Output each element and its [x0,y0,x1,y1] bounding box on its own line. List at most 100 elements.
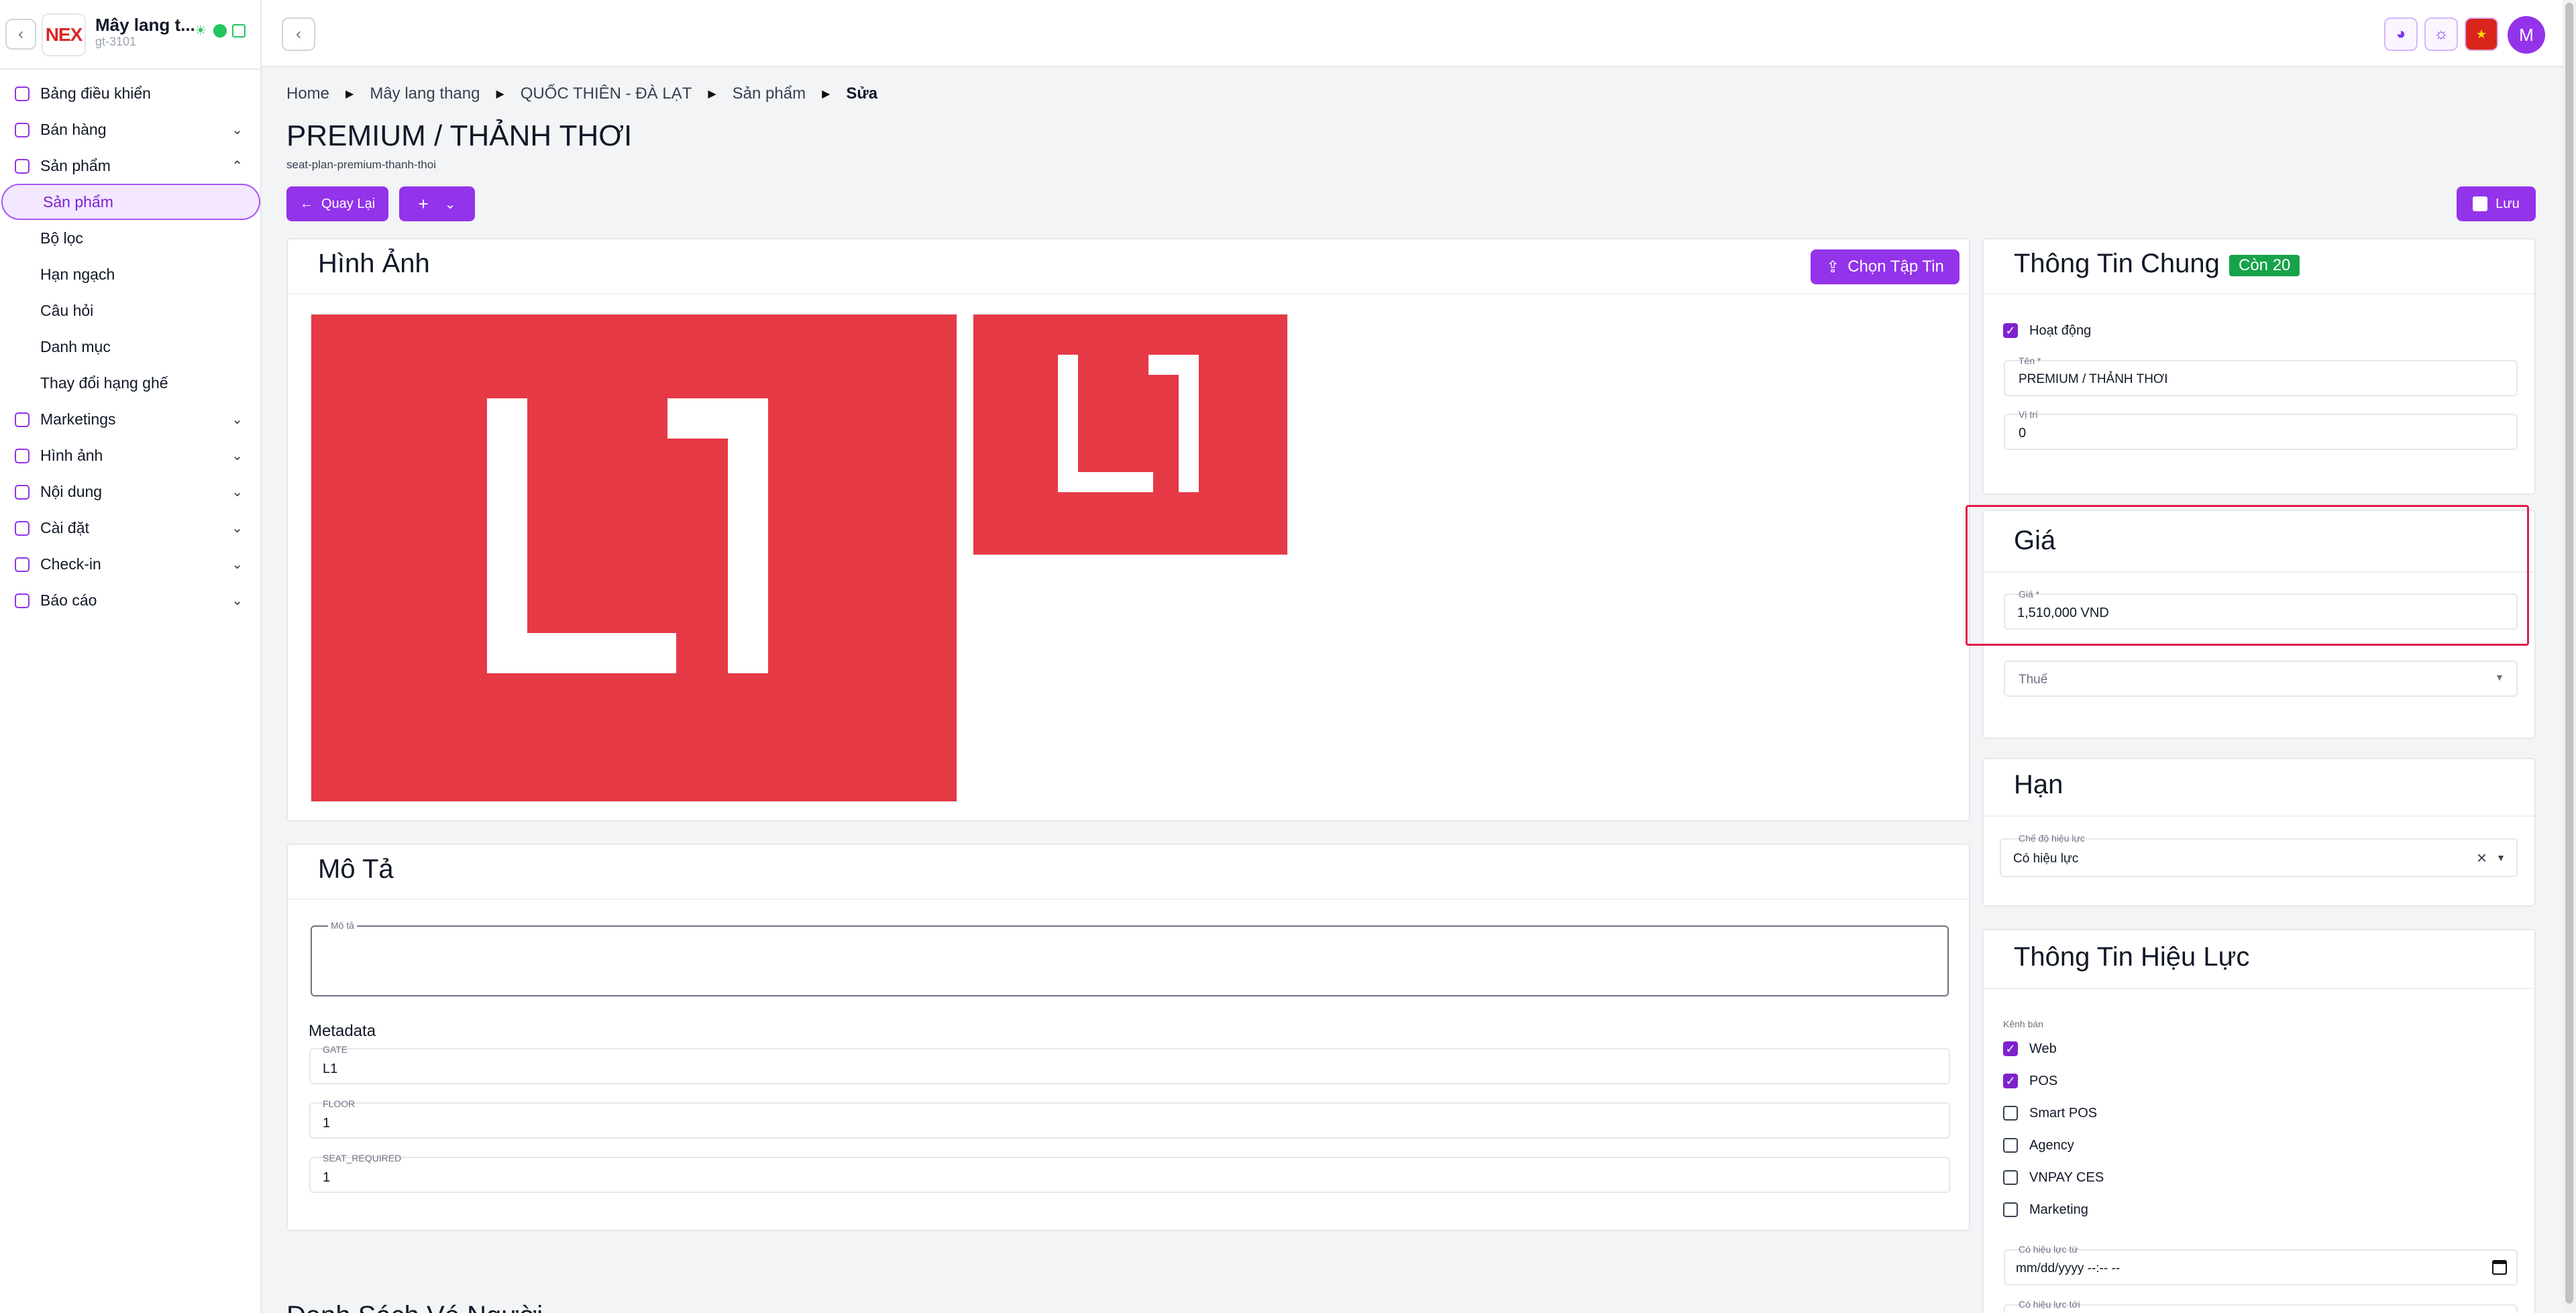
sidebar-item-sales[interactable]: Bán hàng ⌄ [0,111,262,148]
images-card: Hình Ảnh ⇪ Chọn Tập Tin [286,238,1970,821]
channel-vnpay-ces-checkbox[interactable] [2003,1170,2018,1185]
sidebar-item-products[interactable]: Sản phẩm ⌃ [0,148,262,184]
sales-icon [15,123,30,137]
add-dropdown-button[interactable]: + ⌄ [399,186,475,221]
checkin-icon [15,557,30,572]
sidebar-item-dashboard[interactable]: Bảng điều khiển [0,75,262,111]
breadcrumb-current: Sửa [846,84,878,103]
breadcrumb-separator-icon: ▶ [496,89,504,100]
back-button-label: Quay Lại [321,196,376,211]
divider [1984,815,2534,817]
collapse-sidebar-icon[interactable]: ‹ [282,17,315,51]
breadcrumb-separator-icon: ▶ [708,89,716,100]
channel-smart-pos-checkbox[interactable] [2003,1106,2018,1121]
chevron-down-icon: ⌄ [231,485,243,500]
breadcrumb-products[interactable]: Sản phẩm [733,84,806,103]
product-image-small[interactable] [972,313,1289,556]
choose-file-button[interactable]: ⇪ Chọn Tập Tin [1811,249,1960,284]
breadcrumb-org[interactable]: Mây lang thang [370,84,480,103]
sidebar-item-questions[interactable]: Câu hỏi [0,292,262,329]
sidebar-item-seat-class[interactable]: Thay đổi hạng ghế [0,365,262,401]
validity-info-title: Thông Tin Hiệu Lực [2014,942,2250,972]
arrow-left-icon: ← [299,196,313,211]
channel-label: VNPAY CES [2029,1170,2104,1185]
divider [288,293,1969,294]
term-card: Hạn Chế độ hiệu lực Có hiệu lực × ▼ [1982,758,2536,907]
metadata-value: 1 [323,1170,331,1185]
org-name[interactable]: Mây lang t... [95,15,195,36]
calendar-icon[interactable] [2492,1260,2507,1275]
chevron-up-icon: ⌃ [231,159,243,174]
channel-agency-checkbox[interactable] [2003,1138,2018,1153]
l1-logo-graphic [487,398,768,673]
sidebar-nav: Bảng điều khiển Bán hàng ⌄ Sản phẩm ⌃ Sả… [0,75,262,618]
back-icon[interactable]: ‹ [5,19,36,50]
metadata-value: 1 [323,1116,331,1131]
breadcrumb-separator-icon: ▶ [822,89,830,100]
tag-icon [15,412,30,427]
breadcrumb-home[interactable]: Home [286,84,329,103]
sidebar-item-label: Sản phẩm [40,156,111,174]
org-id: gt-3101 [95,35,137,48]
general-info-card: Thông Tin Chung Còn 20 ✓ Hoạt động Tên *… [1982,238,2536,495]
theme-icon[interactable]: ☼ [2424,17,2458,51]
metadata-key: GATE [323,1044,348,1055]
scrollbar-thumb[interactable] [2565,3,2573,1304]
gear-icon [15,521,30,536]
metadata-gate-field[interactable]: GATE L1 [309,1044,1950,1084]
report-icon [15,593,30,608]
name-field[interactable]: Tên * PREMIUM / THẢNH THƠI [2004,355,2518,396]
page-title: PREMIUM / THẢNH THƠI [286,119,633,152]
sidebar-item-label: Báo cáo [40,591,97,609]
description-textarea[interactable]: Mô tả [311,920,1949,996]
validity-mode-select[interactable]: Chế độ hiệu lực Có hiệu lực × ▼ [2000,833,2518,877]
sidebar-item-label: Thay đổi hạng ghế [40,374,168,392]
metadata-seat-required-field[interactable]: SEAT_REQUIRED 1 [309,1153,1950,1193]
product-image-large[interactable] [310,313,958,803]
name-value: PREMIUM / THẢNH THƠI [2019,372,2168,386]
breadcrumb-venue[interactable]: QUỐC THIÊN - ĐÀ LẠT [521,84,692,103]
valid-from-input[interactable]: Có hiệu lực từ mm/dd/yyyy --:-- -- [2004,1244,2518,1286]
name-label: Tên * [2019,355,2041,366]
clear-icon[interactable]: × [2477,848,2487,868]
channel-web-checkbox[interactable]: ✓ [2003,1041,2018,1056]
scrollbar[interactable] [2563,0,2576,1313]
channel-pos-checkbox[interactable]: ✓ [2003,1074,2018,1088]
sidebar-item-products-list[interactable]: Sản phẩm [1,184,260,220]
channel-marketing-checkbox[interactable] [2003,1202,2018,1217]
sidebar-item-reports[interactable]: Báo cáo ⌄ [0,582,262,618]
globe-icon [213,24,227,38]
sidebar-item-quota[interactable]: Hạn ngạch [0,256,262,292]
caret-down-icon: ▼ [2495,672,2504,683]
sidebar-item-content[interactable]: Nội dung ⌄ [0,473,262,510]
sidebar-item-marketings[interactable]: Marketings ⌄ [0,401,262,437]
tax-placeholder: Thuế [2019,673,2048,687]
chevron-down-icon: ⌄ [231,521,243,536]
dashboard-icon [15,87,30,101]
metadata-floor-field[interactable]: FLOOR 1 [309,1098,1950,1139]
tax-select[interactable]: Thuế ▼ [2004,661,2518,697]
chevron-down-icon: ⌄ [231,557,243,572]
caret-down-icon[interactable]: ▼ [2496,852,2506,863]
sidebar-item-filters[interactable]: Bộ lọc [0,220,262,256]
position-field[interactable]: Vị trí 0 [2004,409,2518,450]
sidebar-item-checkin[interactable]: Check-in ⌄ [0,546,262,582]
save-button[interactable]: Lưu [2457,186,2536,221]
stock-badge: Còn 20 [2229,255,2300,276]
avatar[interactable]: M [2508,16,2545,54]
price-highlight-box [1966,505,2529,646]
sidebar-item-categories[interactable]: Danh mục [0,329,262,365]
metadata-value: L1 [323,1062,338,1076]
sidebar-item-images[interactable]: Hình ảnh ⌄ [0,437,262,473]
valid-to-label: Có hiệu lực tới [2019,1299,2080,1310]
page-slug: seat-plan-premium-thanh-thoi [286,158,436,171]
palette-icon[interactable]: ◕ [2384,17,2418,51]
sidebar-item-settings[interactable]: Cài đặt ⌄ [0,510,262,546]
vietnam-flag-icon[interactable]: ★ [2465,17,2498,51]
next-section-title: Danh Sách Vé Người [286,1302,543,1313]
metadata-title: Metadata [309,1022,376,1040]
valid-to-input[interactable]: Có hiệu lực tới [2004,1299,2518,1313]
active-checkbox[interactable]: ✓ [2003,323,2018,338]
channel-label: Agency [2029,1138,2074,1153]
back-button[interactable]: ← Quay Lại [286,186,388,221]
